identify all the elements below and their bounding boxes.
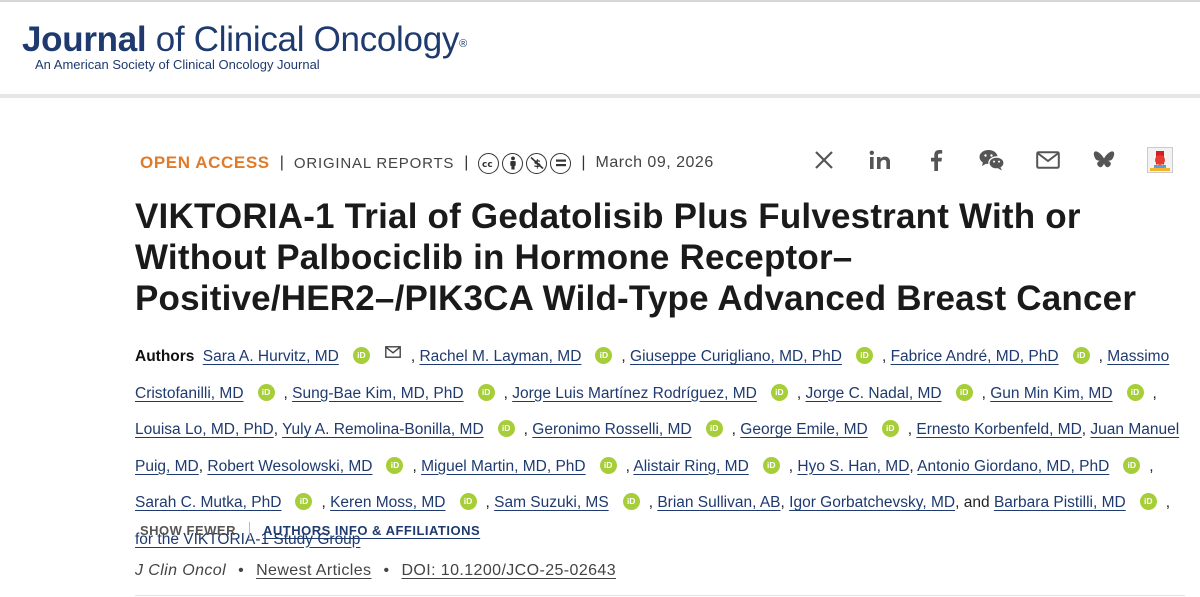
wechat-share-button[interactable] [978,146,1006,174]
orcid-icon[interactable]: iD [622,493,640,510]
author-name[interactable]: Giuseppe Curigliano, MD, PhD [630,348,842,365]
orcid-icon[interactable]: iD [770,383,788,401]
author-name[interactable]: Keren Moss, MD [330,494,445,511]
logo-title-rest: of Clinical Oncology [146,20,460,59]
mendeley-share-button[interactable] [1146,146,1174,174]
orcid-icon[interactable]: iD [1072,347,1090,364]
bluesky-share-button[interactable] [1090,146,1118,174]
author-name[interactable]: Barbara Pistilli, MD [994,494,1126,511]
noncommercial-icon: $ [526,152,548,174]
orcid-icon[interactable]: iD [257,383,275,401]
author-name[interactable]: Miguel Martin, MD, PhD [421,458,586,475]
author-name[interactable]: Louisa Lo, MD, PhD [135,421,274,438]
author-name[interactable]: Gun Min Kim, MD [990,385,1112,402]
orcid-icon[interactable]: iD [1123,456,1141,474]
author-name[interactable]: Sarah C. Mutka, PhD [135,494,281,511]
article-type[interactable]: ORIGINAL REPORTS [294,155,454,172]
cc-license-icon: cc [478,152,500,174]
orcid-icon[interactable]: iD [762,456,780,474]
doi-link[interactable]: DOI: 10.1200/JCO-25-02643 [401,562,616,580]
orcid-icon[interactable]: iD [1139,493,1157,510]
license-icons[interactable]: cc $ [478,152,572,174]
orcid-icon[interactable]: iD [599,456,617,474]
orcid-icon[interactable]: iD [459,493,477,510]
orcid-icon[interactable]: iD [881,420,899,437]
logo-registered-mark: ® [459,38,467,50]
author-name[interactable]: Igor Gorbatchevsky, MD [789,494,955,511]
noderivatives-icon [550,152,572,174]
author-name[interactable]: Jorge C. Nadal, MD [805,385,941,402]
bluesky-icon [1093,151,1115,168]
author-name[interactable]: Sam Suzuki, MS [494,494,609,511]
author-name[interactable]: Yuly A. Remolina-Bonilla, MD [282,421,484,438]
citation-bullet: • [238,562,245,579]
x-share-button[interactable] [810,146,838,174]
orcid-icon[interactable]: iD [477,383,495,401]
mendeley-icon [1147,147,1173,173]
author-name[interactable]: Alistair Ring, MD [633,458,748,475]
header-divider [0,94,1200,98]
author-name[interactable]: George Emile, MD [740,421,867,438]
facebook-icon [931,150,943,171]
author-name[interactable]: Sara A. Hurvitz, MD [203,348,339,365]
author-name[interactable]: Antonio Giordano, MD, PhD [917,458,1109,475]
authors-label: Authors [135,348,195,365]
author-name[interactable]: Robert Wesolowski, MD [207,458,372,475]
open-access-label: OPEN ACCESS [140,153,270,172]
author-name[interactable]: Jorge Luis Martínez Rodríguez, MD [512,385,757,402]
orcid-icon[interactable]: iD [705,420,723,437]
svg-text:cc: cc [482,160,493,168]
author-name[interactable]: Geronimo Rosselli, MD [532,421,691,438]
orcid-icon[interactable]: iD [497,420,515,437]
and-conjunction: and [963,494,990,511]
logo-title: Journal of Clinical Oncology® [22,20,467,60]
journal-abbrev: J Clin Oncol [135,562,227,579]
publication-date: March 09, 2026 [595,154,714,171]
x-icon [815,151,833,169]
meta-separator: | [581,154,586,171]
linkedin-icon [869,150,890,169]
orcid-icon[interactable]: iD [855,347,873,364]
author-name[interactable]: Ernesto Korbenfeld, MD [916,421,1081,438]
author-name[interactable]: Sung-Bae Kim, MD, PhD [292,385,463,402]
bottom-divider [135,595,1185,596]
article-meta: OPEN ACCESS | ORIGINAL REPORTS | cc $ | … [140,150,714,176]
author-name[interactable]: Fabrice André, MD, PhD [891,348,1059,365]
link-divider [249,522,250,538]
wechat-icon [979,150,1005,171]
orcid-icon[interactable]: iD [352,347,370,364]
orcid-icon[interactable]: iD [295,493,313,510]
email-share-button[interactable] [1034,146,1062,174]
citation-row: J Clin Oncol • Newest Articles • DOI: 10… [135,562,616,580]
share-toolbar [810,146,1174,174]
email-icon [1036,151,1060,169]
linkedin-share-button[interactable] [866,146,894,174]
orcid-icon[interactable]: iD [595,347,613,364]
orcid-icon[interactable]: iD [386,456,404,474]
orcid-icon[interactable]: iD [955,383,973,401]
citation-bullet: • [383,562,390,579]
journal-logo[interactable]: Journal of Clinical Oncology® An America… [22,20,467,72]
orcid-icon[interactable]: iD [1126,383,1144,401]
logo-title-strong: Journal [22,20,147,59]
mail-icon[interactable] [384,346,401,358]
attribution-icon [502,152,524,174]
author-name[interactable]: Hyo S. Han, MD [797,458,909,475]
facebook-share-button[interactable] [922,146,950,174]
meta-separator: | [464,154,469,171]
author-name[interactable]: Brian Sullivan, AB [657,494,780,511]
author-name[interactable]: Rachel M. Layman, MD [419,348,581,365]
show-fewer-button[interactable]: SHOW FEWER [140,523,236,538]
section-link[interactable]: Newest Articles [256,562,371,580]
author-links: SHOW FEWER AUTHORS INFO & AFFILIATIONS [140,522,480,538]
authors-affiliations-link[interactable]: AUTHORS INFO & AFFILIATIONS [263,523,480,538]
site-header: Journal of Clinical Oncology® An America… [0,2,1200,94]
meta-separator: | [279,154,284,171]
article-title: VIKTORIA-1 Trial of Gedatolisib Plus Ful… [135,197,1137,318]
